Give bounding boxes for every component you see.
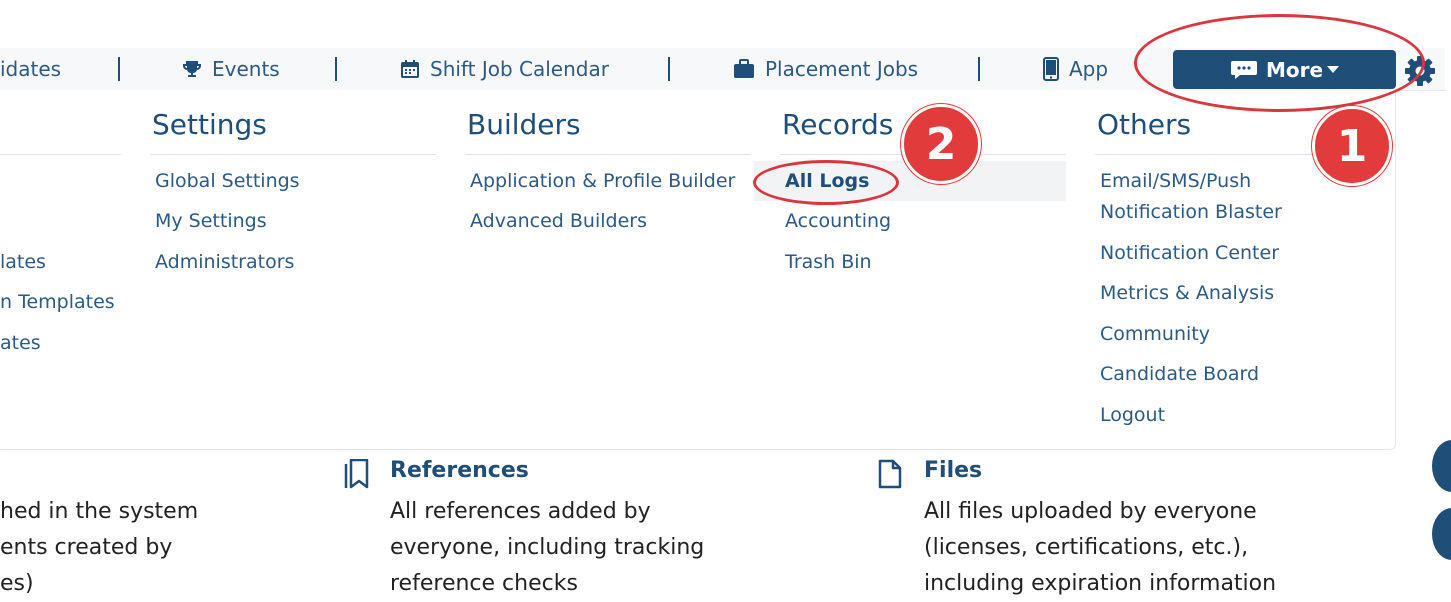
nav-separator xyxy=(118,57,120,81)
menu-link-trash-bin[interactable]: Trash Bin xyxy=(785,247,872,278)
menu-link-accounting[interactable]: Accounting xyxy=(785,206,891,237)
trophy-icon xyxy=(183,61,201,77)
nav-separator xyxy=(335,57,337,81)
card-description-files: All files uploaded by everyone (licenses… xyxy=(924,499,1277,596)
column-title-builders: Builders xyxy=(467,108,581,141)
calendar-icon xyxy=(401,60,419,78)
menu-link-community[interactable]: Community xyxy=(1100,319,1210,350)
annotation-badge-1: 1 xyxy=(1312,106,1392,186)
menu-link-logout[interactable]: Logout xyxy=(1100,400,1165,431)
nav-separator xyxy=(668,57,670,81)
menu-link-notification-center[interactable]: Notification Center xyxy=(1100,238,1279,269)
column-rule xyxy=(0,154,121,155)
menu-link-global-settings[interactable]: Global Settings xyxy=(155,166,300,197)
menu-link-my-settings[interactable]: My Settings xyxy=(155,206,267,237)
nav-item-shift-job-calendar[interactable]: Shift Job Calendar xyxy=(400,48,609,90)
menu-link-metrics-analysis[interactable]: Metrics & Analysis xyxy=(1100,278,1274,309)
menu-link-templates-1[interactable]: lates xyxy=(0,247,46,278)
menu-link-application-profile-builder[interactable]: Application & Profile Builder xyxy=(470,166,735,197)
nav-separator xyxy=(978,57,980,81)
menu-link-administrators[interactable]: Administrators xyxy=(155,247,294,278)
column-title-others: Others xyxy=(1097,108,1192,141)
card-title-references[interactable]: References xyxy=(390,458,529,483)
menu-link-candidate-board[interactable]: Candidate Board xyxy=(1100,359,1259,390)
bookmarks-icon xyxy=(344,459,369,489)
column-rule xyxy=(465,154,751,155)
card-description-references: All references added by everyone, includ… xyxy=(390,499,705,596)
menu-link-templates-2[interactable]: n Templates xyxy=(0,287,115,318)
menu-link-advanced-builders[interactable]: Advanced Builders xyxy=(470,206,647,237)
menu-link-templates-3[interactable]: ates xyxy=(0,328,41,359)
annotation-ellipse-all-logs xyxy=(753,160,899,205)
annotation-badge-2: 2 xyxy=(901,104,981,184)
column-title-settings: Settings xyxy=(152,108,267,141)
column-title-records: Records xyxy=(782,108,894,141)
nav-item-app[interactable]: App xyxy=(1043,48,1108,90)
nav-item-placement-jobs[interactable]: Placement Jobs xyxy=(733,48,918,90)
nav-item-events[interactable]: Events xyxy=(182,48,280,90)
card-description-left: hed in the system ents created by es) xyxy=(0,499,199,596)
nav-item-candidates[interactable]: idates xyxy=(0,48,61,90)
mobile-icon xyxy=(1043,57,1059,81)
briefcase-icon xyxy=(734,59,754,78)
menu-link-email-sms-push[interactable]: Email/SMS/Push Notification Blaster xyxy=(1100,166,1282,228)
file-icon xyxy=(878,459,902,489)
card-title-files[interactable]: Files xyxy=(924,458,982,483)
annotation-ellipse-more xyxy=(1134,14,1425,112)
column-rule xyxy=(150,154,436,155)
side-floating-button[interactable] xyxy=(1432,440,1451,492)
side-chat-button[interactable] xyxy=(1432,508,1451,560)
